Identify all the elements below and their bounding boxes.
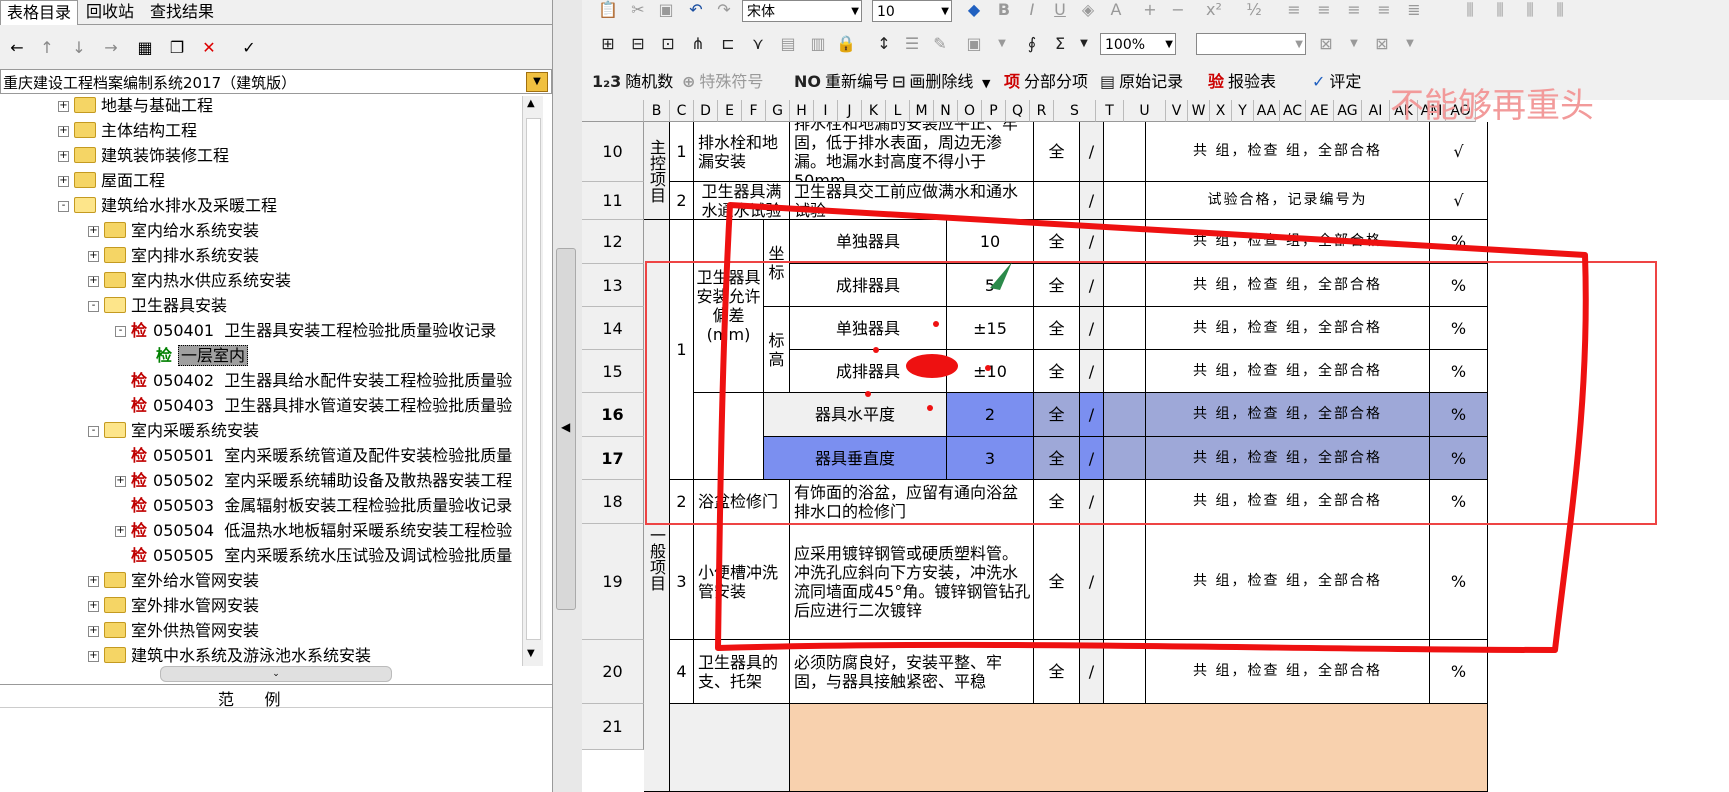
watermark: 不能够再重头 xyxy=(1390,86,1594,126)
green-brush-mark xyxy=(990,262,1012,290)
freehand-circle xyxy=(715,202,1589,653)
red-scribble xyxy=(906,354,958,378)
red-dot xyxy=(985,365,991,371)
red-dot xyxy=(933,321,939,327)
red-dot xyxy=(927,405,933,411)
selection-rectangle xyxy=(645,261,1657,525)
red-dot xyxy=(865,391,871,397)
red-dot xyxy=(873,347,879,353)
